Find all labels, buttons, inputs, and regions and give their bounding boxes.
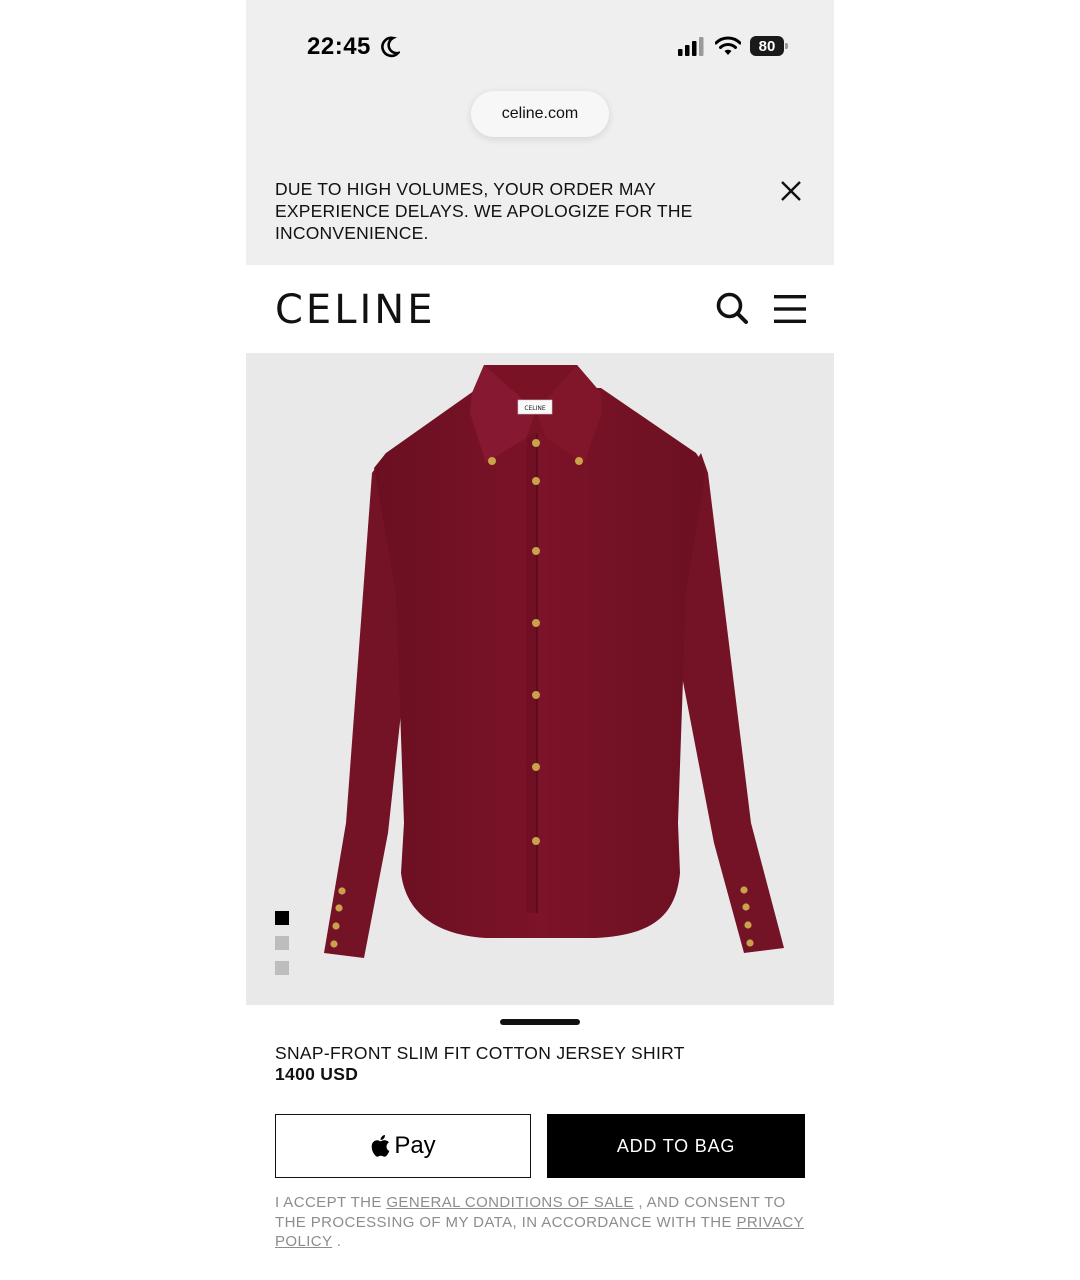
url-bar[interactable]: celine.com xyxy=(471,91,609,137)
pagination-dot-2[interactable] xyxy=(275,936,289,950)
url-text: celine.com xyxy=(501,105,579,122)
add-to-bag-button[interactable]: ADD TO BAG xyxy=(547,1114,805,1178)
celine-logo[interactable]: CELINE xyxy=(275,287,435,333)
phone-screen: 22:45 80 celine.com DUE TO HIGH VOLUMES,… xyxy=(246,0,834,1280)
pagination-dot-3[interactable] xyxy=(275,961,289,975)
product-price: 1400 USD xyxy=(275,1064,359,1084)
pagination-dot-1[interactable] xyxy=(275,911,289,925)
general-conditions-link[interactable]: GENERAL CONDITIONS OF SALE xyxy=(386,1194,633,1211)
search-icon[interactable] xyxy=(715,291,749,325)
apple-logo-icon xyxy=(372,1135,390,1157)
product-name: SNAP-FRONT SLIM FIT COTTON JERSEY SHIRT xyxy=(275,1043,685,1063)
image-pagination xyxy=(275,911,289,975)
close-icon[interactable] xyxy=(778,178,804,204)
status-time: 22:45 xyxy=(307,33,371,60)
site-header: CELINE xyxy=(246,265,834,353)
shirt-illustration: CELINE xyxy=(324,365,784,958)
legal-consent-text: I ACCEPT THE GENERAL CONDITIONS OF SALE … xyxy=(275,1194,804,1250)
battery-level: 80 xyxy=(758,37,776,55)
product-image[interactable]: CELINE xyxy=(246,353,834,1005)
wifi-icon xyxy=(715,36,741,55)
shirt-label: CELINE xyxy=(524,405,546,412)
status-icons: 80 xyxy=(678,36,788,56)
signal-icon xyxy=(678,37,704,56)
battery-icon: 80 xyxy=(750,36,788,56)
apple-pay-button[interactable]: Pay xyxy=(275,1114,531,1178)
delay-banner-message: DUE TO HIGH VOLUMES, YOUR ORDER MAY EXPE… xyxy=(275,179,693,243)
menu-icon[interactable] xyxy=(774,293,806,325)
top-chrome: 22:45 80 celine.com DUE TO HIGH VOLUMES,… xyxy=(246,0,834,265)
apple-pay-label: Pay xyxy=(394,1132,436,1159)
sheet-drag-handle[interactable] xyxy=(500,1019,580,1025)
moon-icon xyxy=(381,36,400,58)
